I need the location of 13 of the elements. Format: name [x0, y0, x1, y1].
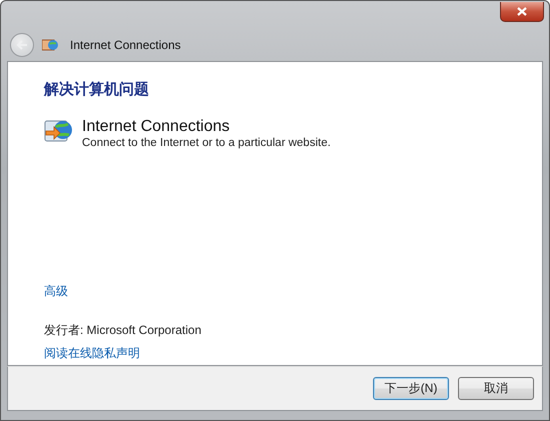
publisher-text: 发行者: Microsoft Corporation: [44, 322, 202, 339]
cancel-button[interactable]: 取消: [458, 377, 534, 400]
next-button[interactable]: 下一步(N): [373, 377, 449, 400]
troubleshooter-description: Connect to the Internet or to a particular website.: [82, 137, 331, 149]
advanced-link[interactable]: 高级: [44, 283, 68, 300]
back-arrow-icon: [16, 40, 28, 50]
troubleshooter-title[interactable]: Internet Connections: [82, 117, 331, 137]
page-heading: 解决计算机问题: [44, 80, 150, 99]
troubleshooter-icon: [42, 38, 58, 52]
window-title: Internet Connections: [70, 38, 181, 52]
close-button[interactable]: [500, 2, 544, 22]
privacy-link[interactable]: 阅读在线隐私声明: [44, 345, 140, 362]
close-icon: [517, 7, 527, 16]
